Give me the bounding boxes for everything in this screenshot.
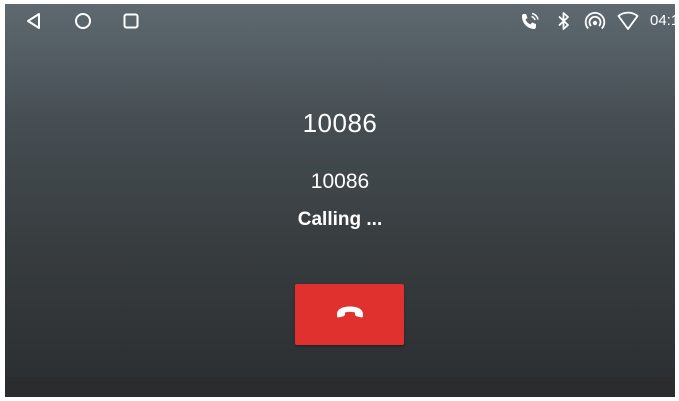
bottom-band [5, 377, 675, 397]
call-screen: 04:1 10086 10086 Calling ... [5, 4, 675, 397]
hotspot-icon [584, 10, 606, 32]
hang-up-icon [335, 305, 365, 324]
call-status: Calling ... [297, 209, 383, 230]
home-icon[interactable] [72, 10, 94, 32]
caller-name: 10086 [302, 108, 378, 138]
phone-call-icon [519, 10, 541, 32]
recents-icon[interactable] [120, 10, 142, 32]
back-icon[interactable] [23, 10, 45, 32]
bluetooth-icon [553, 10, 575, 32]
status-bar: 04:1 [5, 4, 675, 38]
caller-number: 10086 [310, 170, 370, 193]
wifi-icon [617, 10, 639, 32]
status-clock: 04:1 [650, 12, 675, 29]
end-call-button[interactable] [295, 284, 404, 345]
